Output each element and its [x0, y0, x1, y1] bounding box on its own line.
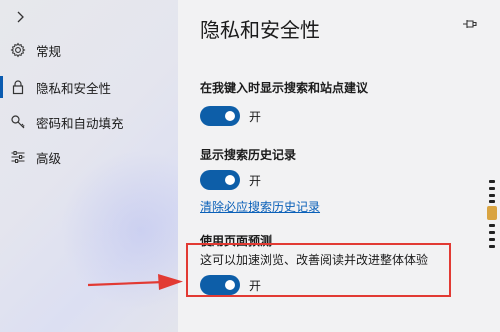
clear-bing-history-link[interactable]: 清除必应搜索历史记录	[200, 198, 320, 215]
scrollbar-stripe	[489, 187, 495, 190]
search-suggestions-toggle-row: 开	[200, 106, 261, 126]
toggle-state-label: 开	[249, 109, 262, 124]
toggle-knob	[225, 280, 235, 290]
pin-icon	[462, 16, 478, 35]
search-history-toggle-row: 开	[200, 170, 261, 190]
settings-window: 常规 隐私和安全性 密码和自动填充 高级 隐私和安全性 在我键入时显示搜索和站点…	[0, 0, 500, 332]
page-prediction-title: 使用页面预测	[200, 234, 273, 248]
search-history-toggle[interactable]	[200, 170, 240, 190]
toggle-knob	[225, 175, 235, 185]
search-suggestions-toggle[interactable]	[200, 106, 240, 126]
sidebar: 常规 隐私和安全性 密码和自动填充 高级	[0, 0, 220, 332]
collapse-button[interactable]	[8, 6, 32, 28]
toggle-knob	[225, 111, 235, 121]
pin-button[interactable]	[461, 16, 479, 34]
scrollbar-stripe	[489, 231, 495, 234]
scrollbar-stripe	[489, 194, 495, 197]
sidebar-item-general[interactable]: 常规	[0, 35, 178, 65]
scrollbar-stripe	[489, 180, 495, 183]
sidebar-item-label: 密码和自动填充	[36, 115, 124, 131]
sidebar-item-passwords[interactable]: 密码和自动填充	[0, 107, 178, 137]
gear-icon	[10, 42, 26, 58]
page-prediction-description: 这可以加速浏览、改善阅读并改进整体体验	[200, 253, 429, 267]
toggle-state-label: 开	[249, 278, 262, 293]
scrollbar-stripe	[489, 238, 495, 241]
scrollbar-thumb[interactable]	[487, 206, 497, 220]
scrollbar[interactable]	[486, 178, 498, 252]
sidebar-item-label: 隐私和安全性	[36, 80, 112, 96]
lock-icon	[10, 79, 26, 95]
page-prediction-toggle-row: 开	[200, 275, 261, 295]
key-icon	[10, 114, 26, 130]
chevron-right-icon	[15, 8, 25, 27]
sidebar-item-advanced[interactable]: 高级	[0, 142, 178, 172]
search-suggestions-title: 在我键入时显示搜索和站点建议	[200, 81, 369, 95]
scrollbar-stripe	[489, 200, 495, 203]
settings-panel: 隐私和安全性 在我键入时显示搜索和站点建议 开 显示搜索历史记录 开 清除必应搜…	[178, 0, 500, 332]
toggle-state-label: 开	[249, 173, 262, 188]
sidebar-item-privacy[interactable]: 隐私和安全性	[0, 72, 178, 102]
search-history-title: 显示搜索历史记录	[200, 148, 297, 162]
scrollbar-stripe	[489, 245, 495, 248]
sidebar-item-label: 常规	[36, 43, 62, 59]
scrollbar-stripe	[489, 224, 495, 227]
page-prediction-toggle[interactable]	[200, 275, 240, 295]
sidebar-item-label: 高级	[36, 150, 62, 166]
sliders-icon	[10, 149, 26, 165]
active-indicator	[0, 76, 3, 98]
page-title: 隐私和安全性	[200, 18, 320, 42]
